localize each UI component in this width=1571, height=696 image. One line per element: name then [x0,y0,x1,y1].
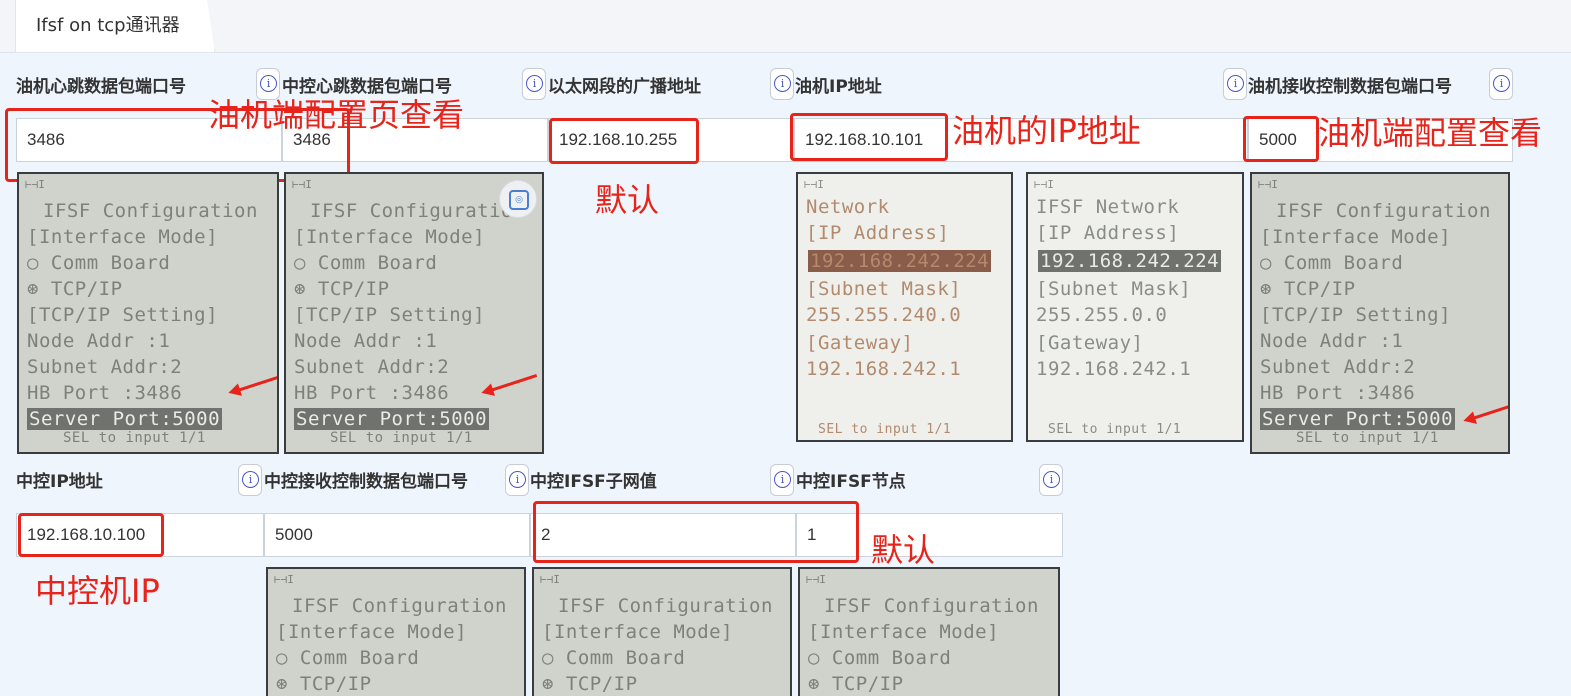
scan-button[interactable]: ◎ [499,180,537,218]
label-pump-ip: 油机IP地址 [795,77,882,97]
lcd-photo-config: ⊢⊣I IFSF Configuration [Interface Mode] … [284,172,544,454]
highlight-box [549,118,699,164]
annotation-default-2: 默认 [871,531,936,569]
lcd-photo-config: ⊢⊣I IFSF Configuration [Interface Mode] … [798,567,1060,696]
red-arrow [1468,402,1508,421]
label-broadcast-addr: 以太网段的广播地址 [548,77,701,97]
info-icon: i [774,471,791,488]
ctrl-ctrl-port-input[interactable]: 5000 [264,513,530,557]
annotation-default: 默认 [595,181,660,219]
tab-bar: Ifsf on tcp通讯器 [0,0,1571,53]
red-arrow [486,374,538,393]
highlight-box [1243,116,1319,162]
label-pump-hb-port: 油机心跳数据包端口号 [16,77,186,97]
lcd-photo-config: ⊢⊣I IFSF Configuration [Interface Mode] … [1250,172,1510,454]
info-icon: i [242,471,259,488]
info-button[interactable]: i [238,464,262,496]
annotation-pump-ip: 油机的IP地址 [952,112,1141,150]
info-button[interactable]: i [770,464,794,496]
lcd-photo-network: ⊢⊣I IFSF Network [IP Address] 192.168.24… [1026,172,1244,442]
lcd-photo-network: ⊢⊣I Network [IP Address] 192.168.242.224… [796,172,1013,442]
label-ctrl-subnet: 中控IFSF子网值 [530,472,657,492]
info-button[interactable]: i [1223,68,1247,100]
info-button[interactable]: i [522,68,546,100]
annotation-ctrl-ip: 中控机IP [35,572,160,610]
label-pump-ctrl-port: 油机接收控制数据包端口号 [1248,77,1452,97]
lcd-photo-config: ⊢⊣I IFSF Configuration [Interface Mode] … [532,567,792,696]
label-ctrl-ip: 中控IP地址 [16,472,103,492]
info-icon: i [1043,471,1060,488]
info-button[interactable]: i [1039,464,1063,496]
red-arrow [233,374,277,393]
label-ctrl-ctrl-port: 中控接收控制数据包端口号 [264,472,468,492]
info-icon: i [1227,75,1244,92]
tab-title: Ifsf on tcp通讯器 [36,15,180,36]
info-icon: i [774,75,791,92]
info-icon: i [1493,75,1510,92]
tab-ifsf-tcp[interactable]: Ifsf on tcp通讯器 [15,0,215,53]
annotation-pump-config-view: 油机端配置查看 [1318,114,1543,152]
lcd-photo-config: ⊢⊣I IFSF Configuration [Interface Mode] … [266,567,526,696]
info-icon: i [526,75,543,92]
highlight-box [533,501,859,563]
info-button[interactable]: i [505,464,529,496]
annotation-pump-config: 油机端配置页查看 [208,96,465,134]
scan-icon: ◎ [509,190,529,210]
highlight-box [18,513,164,557]
info-icon: i [509,471,526,488]
highlight-box [790,113,948,161]
label-ctrl-node: 中控IFSF节点 [796,472,906,492]
info-button[interactable]: i [770,68,794,100]
lcd-photo-config: ⊢⊣I IFSF Configuration [Interface Mode] … [17,172,279,454]
info-button[interactable]: i [1489,68,1513,100]
